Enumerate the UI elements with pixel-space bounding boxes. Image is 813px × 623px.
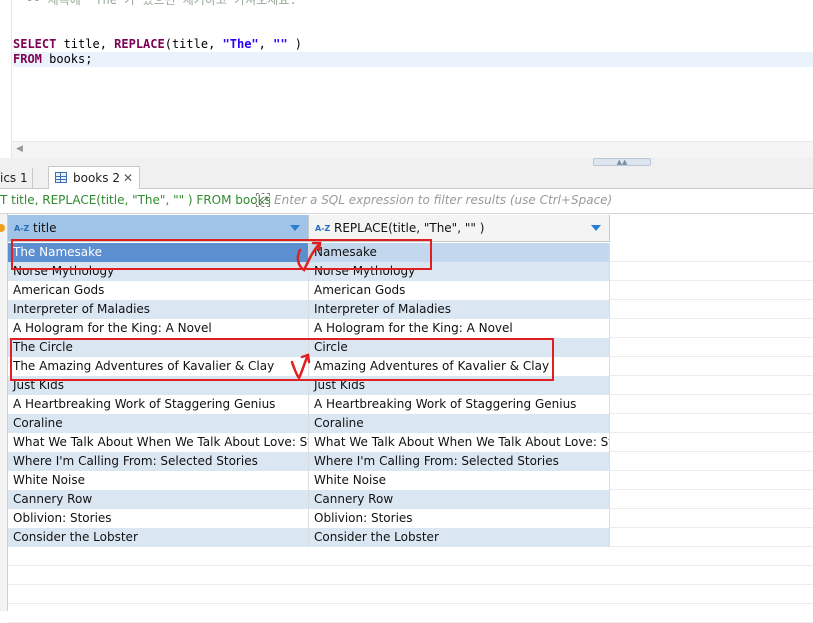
annotation-arrow-1 (296, 241, 322, 272)
annotation-arrows (290, 241, 322, 381)
annotation-arrow-2 (290, 353, 310, 381)
